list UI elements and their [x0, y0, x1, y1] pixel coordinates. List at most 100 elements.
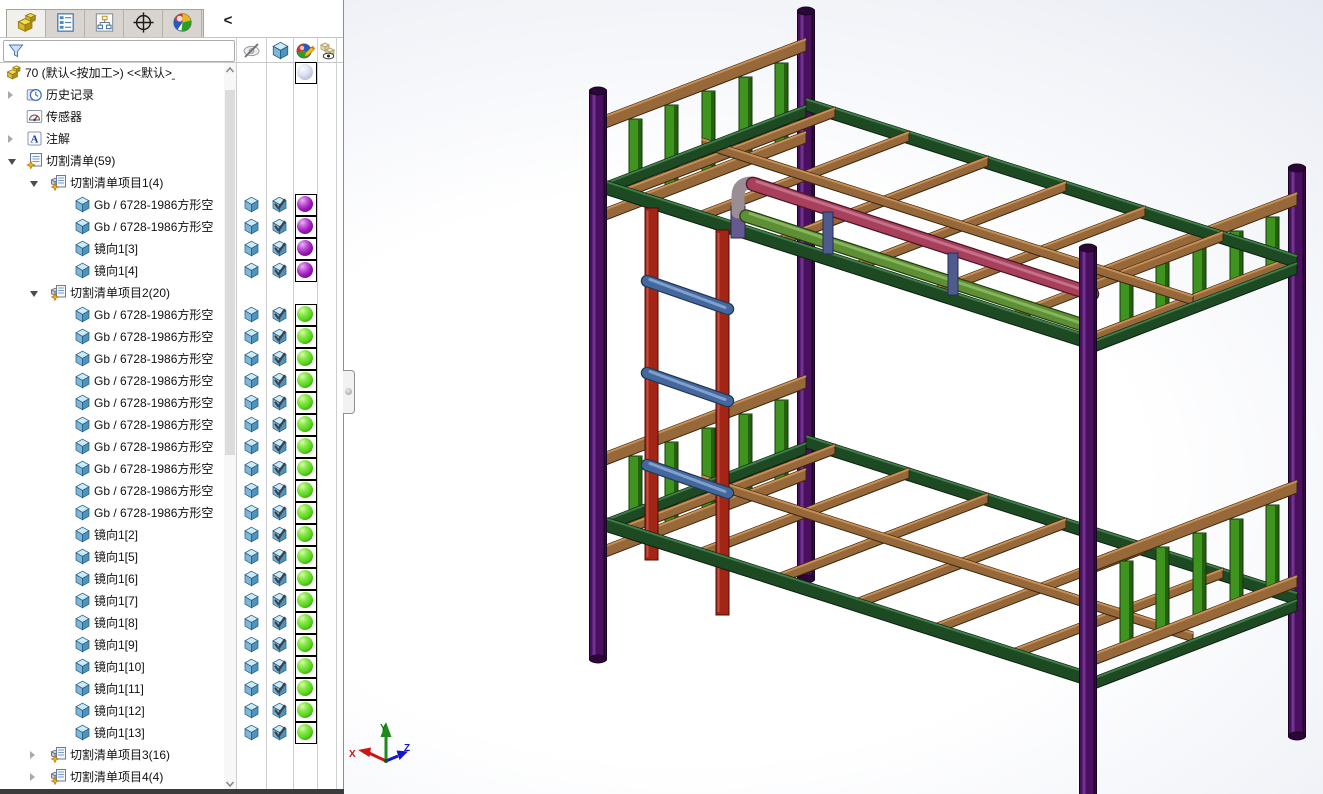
tab-display-manager[interactable]: [163, 10, 202, 37]
check-cell-cube-icon[interactable]: [271, 570, 288, 587]
tree-row[interactable]: 镜向1[4]: [0, 260, 344, 282]
tree-row[interactable]: Gb / 6728-1986方形空: [0, 194, 344, 216]
tree-row[interactable]: 镜向1[8]: [0, 612, 344, 634]
tree-row[interactable]: Gb / 6728-1986方形空: [0, 348, 344, 370]
check-cell-cube-icon[interactable]: [271, 196, 288, 213]
bunk-bed-model[interactable]: X Y Z: [344, 0, 1323, 794]
tree-row[interactable]: Gb / 6728-1986方形空: [0, 458, 344, 480]
filter-input[interactable]: [3, 40, 235, 62]
appearance-ball[interactable]: [295, 546, 317, 568]
hide-cell-cube-icon[interactable]: [243, 240, 260, 257]
panel-splitter-handle[interactable]: [343, 370, 355, 414]
appearance-ball[interactable]: [295, 568, 317, 590]
appearance-ball[interactable]: [295, 370, 317, 392]
tree-row[interactable]: Gb / 6728-1986方形空: [0, 502, 344, 524]
appearance-ball[interactable]: [295, 678, 317, 700]
tree-row[interactable]: Gb / 6728-1986方形空: [0, 392, 344, 414]
hide-cell-cube-icon[interactable]: [243, 680, 260, 697]
appearance-ball[interactable]: [295, 722, 317, 744]
appearance-ball[interactable]: [295, 260, 317, 282]
appearance-ball[interactable]: [295, 436, 317, 458]
appearance-ball[interactable]: [295, 524, 317, 546]
tree-row[interactable]: 镜向1[9]: [0, 634, 344, 656]
scrollbar-thumb[interactable]: [225, 90, 235, 455]
hide-cell-cube-icon[interactable]: [243, 218, 260, 235]
hide-cell-cube-icon[interactable]: [243, 350, 260, 367]
hide-cell-cube-icon[interactable]: [243, 636, 260, 653]
hide-cell-cube-icon[interactable]: [243, 614, 260, 631]
appearance-ball[interactable]: [295, 414, 317, 436]
hide-cell-cube-icon[interactable]: [243, 438, 260, 455]
check-cell-cube-icon[interactable]: [271, 504, 288, 521]
expand-arrow[interactable]: [30, 291, 38, 297]
hide-cell-cube-icon[interactable]: [243, 416, 260, 433]
appearance-ball[interactable]: [295, 194, 317, 216]
hide-cell-cube-icon[interactable]: [243, 372, 260, 389]
appearance-ball[interactable]: [295, 326, 317, 348]
check-cell-cube-icon[interactable]: [271, 592, 288, 609]
check-cell-cube-icon[interactable]: [271, 438, 288, 455]
appearance-ball[interactable]: [295, 656, 317, 678]
tree-row[interactable]: A注解: [0, 128, 344, 150]
tree-scrollbar[interactable]: [224, 63, 236, 791]
hide-cell-cube-icon[interactable]: [243, 482, 260, 499]
tree-row[interactable]: Gb / 6728-1986方形空: [0, 304, 344, 326]
tree-row[interactable]: 镜向1[11]: [0, 678, 344, 700]
check-cell-cube-icon[interactable]: [271, 240, 288, 257]
hide-cell-cube-icon[interactable]: [243, 504, 260, 521]
check-cell-cube-icon[interactable]: [271, 218, 288, 235]
tree-row[interactable]: 镜向1[5]: [0, 546, 344, 568]
check-cell-cube-icon[interactable]: [271, 482, 288, 499]
check-cell-cube-icon[interactable]: [271, 372, 288, 389]
expand-arrow[interactable]: [30, 773, 35, 781]
tree-row[interactable]: Gb / 6728-1986方形空: [0, 370, 344, 392]
check-cell-cube-icon[interactable]: [271, 460, 288, 477]
check-cell-cube-icon[interactable]: [271, 416, 288, 433]
hide-cell-cube-icon[interactable]: [243, 702, 260, 719]
tree-row[interactable]: 切割清单项目2(20): [0, 282, 344, 304]
hide-cell-cube-icon[interactable]: [243, 394, 260, 411]
check-cell-cube-icon[interactable]: [271, 262, 288, 279]
tab-feature-manager[interactable]: [7, 10, 46, 37]
hide-show-column-icon[interactable]: [242, 41, 261, 60]
tree-row[interactable]: 镜向1[2]: [0, 524, 344, 546]
tree-row[interactable]: 切割清单项目3(16): [0, 744, 344, 766]
appearance-ball[interactable]: [295, 634, 317, 656]
check-cell-cube-icon[interactable]: [271, 702, 288, 719]
tree-row[interactable]: 传感器: [0, 106, 344, 128]
expand-arrow[interactable]: [8, 91, 13, 99]
tree-row[interactable]: 镜向1[6]: [0, 568, 344, 590]
tree-row[interactable]: Gb / 6728-1986方形空: [0, 480, 344, 502]
tree-row[interactable]: 镜向1[7]: [0, 590, 344, 612]
hide-cell-cube-icon[interactable]: [243, 262, 260, 279]
hide-cell-cube-icon[interactable]: [243, 328, 260, 345]
check-cell-cube-icon[interactable]: [271, 350, 288, 367]
tree-row[interactable]: 历史记录: [0, 84, 344, 106]
tree-row[interactable]: Gb / 6728-1986方形空: [0, 326, 344, 348]
check-cell-cube-icon[interactable]: [271, 328, 288, 345]
tree-row[interactable]: Gb / 6728-1986方形空: [0, 414, 344, 436]
appearance-ball[interactable]: [295, 480, 317, 502]
tree-row[interactable]: Gb / 6728-1986方形空: [0, 216, 344, 238]
tree-row[interactable]: 切割清单(59): [0, 150, 344, 172]
check-cell-cube-icon[interactable]: [271, 658, 288, 675]
appearance-ball[interactable]: [295, 348, 317, 370]
appearance-ball[interactable]: [295, 62, 317, 84]
check-cell-cube-icon[interactable]: [271, 306, 288, 323]
hide-cell-cube-icon[interactable]: [243, 306, 260, 323]
hide-cell-cube-icon[interactable]: [243, 526, 260, 543]
hide-cell-cube-icon[interactable]: [243, 592, 260, 609]
tab-property-manager[interactable]: [46, 10, 85, 37]
tree-row[interactable]: 镜向1[3]: [0, 238, 344, 260]
tree-row[interactable]: 镜向1[10]: [0, 656, 344, 678]
appearance-ball[interactable]: [295, 700, 317, 722]
check-cell-cube-icon[interactable]: [271, 614, 288, 631]
tree-row[interactable]: Gb / 6728-1986方形空: [0, 436, 344, 458]
expand-arrow[interactable]: [8, 135, 13, 143]
hide-cell-cube-icon[interactable]: [243, 658, 260, 675]
check-cell-cube-icon[interactable]: [271, 680, 288, 697]
appearance-ball[interactable]: [295, 216, 317, 238]
expand-arrow[interactable]: [8, 159, 16, 165]
hide-cell-cube-icon[interactable]: [243, 460, 260, 477]
check-cell-cube-icon[interactable]: [271, 394, 288, 411]
